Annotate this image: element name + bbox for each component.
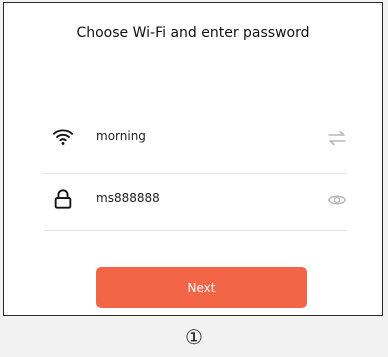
wifi-icon	[52, 129, 74, 145]
divider	[44, 173, 347, 174]
wifi-network-row[interactable]: morning	[44, 118, 347, 158]
page-title: Choose Wi-Fi and enter password	[76, 25, 310, 41]
eye-icon[interactable]	[327, 190, 347, 210]
divider	[44, 230, 347, 231]
next-button[interactable]: Next	[96, 267, 307, 308]
switch-arrows-icon[interactable]	[327, 128, 347, 148]
wifi-network-name: morning	[96, 129, 146, 143]
wifi-setup-card: Choose Wi-Fi and enter password morning …	[3, 2, 383, 316]
lock-icon	[54, 189, 72, 209]
step-marker: ①	[185, 325, 203, 349]
password-field[interactable]: ms888888	[96, 191, 160, 205]
password-row[interactable]: ms888888	[44, 180, 347, 220]
